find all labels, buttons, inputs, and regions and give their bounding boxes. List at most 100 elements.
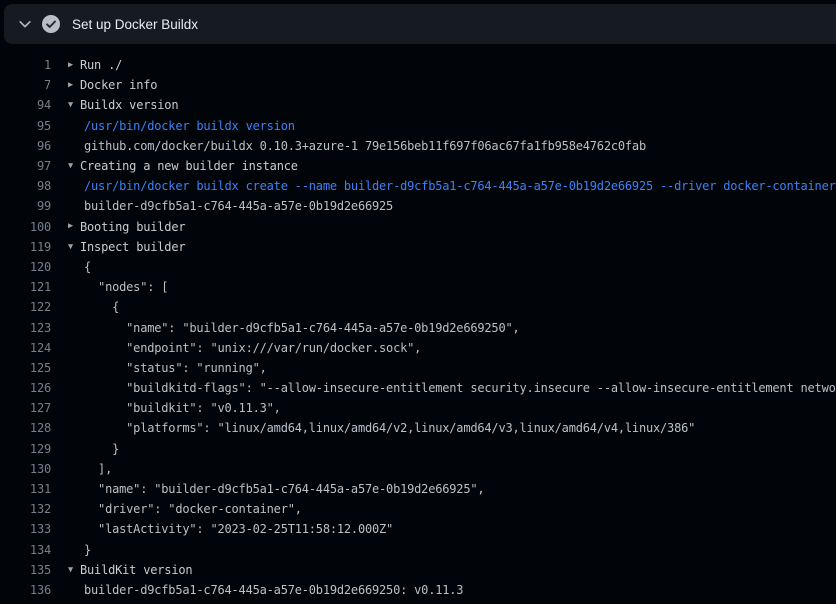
triangle-right-icon[interactable]: ▶ xyxy=(68,61,80,70)
log-line[interactable]: 7 ▶Docker info xyxy=(0,75,836,95)
log-line: 126 "buildkitd-flags": "--allow-insecure… xyxy=(0,378,836,398)
line-number[interactable]: 131 xyxy=(0,482,51,496)
line-number[interactable]: 127 xyxy=(0,401,51,415)
log-group-label: Inspect builder xyxy=(80,240,185,254)
log-line: 129 } xyxy=(0,439,836,459)
log-command-text: /usr/bin/docker buildx version xyxy=(84,119,295,133)
log-output-text: { xyxy=(84,300,119,314)
log-line[interactable]: 1 ▶Run ./ xyxy=(0,55,836,75)
line-number[interactable]: 134 xyxy=(0,543,51,557)
log-line[interactable]: 94 ▼Buildx version xyxy=(0,95,836,115)
line-number[interactable]: 135 xyxy=(0,563,51,577)
log-output-text: "buildkit": "v0.11.3", xyxy=(84,401,281,415)
log-line: 131 "name": "builder-d9cfb5a1-c764-445a-… xyxy=(0,479,836,499)
log-group-toggle[interactable]: ▼Buildx version xyxy=(68,98,178,112)
log-line[interactable]: 135 ▼BuildKit version xyxy=(0,560,836,580)
log-group-toggle[interactable]: ▶Docker info xyxy=(68,78,157,92)
log-output-text: "buildkitd-flags": "--allow-insecure-ent… xyxy=(84,381,836,395)
log-line[interactable]: 100 ▶Booting builder xyxy=(0,217,836,237)
line-number[interactable]: 7 xyxy=(0,78,51,92)
triangle-right-icon[interactable]: ▶ xyxy=(68,81,80,90)
line-number[interactable]: 136 xyxy=(0,583,51,597)
line-number[interactable]: 120 xyxy=(0,260,51,274)
line-number[interactable]: 123 xyxy=(0,321,51,335)
log-command-text: /usr/bin/docker buildx create --name bui… xyxy=(84,179,836,193)
log-output-text: } xyxy=(84,543,91,557)
log-line: 121 "nodes": [ xyxy=(0,277,836,297)
line-number[interactable]: 128 xyxy=(0,421,51,435)
triangle-down-icon[interactable]: ▼ xyxy=(68,566,80,575)
line-number[interactable]: 95 xyxy=(0,119,51,133)
log-output-text: { xyxy=(84,260,91,274)
triangle-right-icon[interactable]: ▶ xyxy=(68,222,80,231)
log-line[interactable]: 119 ▼Inspect builder xyxy=(0,237,836,257)
line-number[interactable]: 122 xyxy=(0,300,51,314)
log-output-text: builder-d9cfb5a1-c764-445a-a57e-0b19d2e6… xyxy=(84,199,393,213)
log-group-label: Booting builder xyxy=(80,220,185,234)
line-number[interactable]: 121 xyxy=(0,280,51,294)
log-output-text: } xyxy=(84,442,119,456)
log-line: 128 "platforms": "linux/amd64,linux/amd6… xyxy=(0,418,836,438)
log-line: 124 "endpoint": "unix:///var/run/docker.… xyxy=(0,338,836,358)
log-line: 132 "driver": "docker-container", xyxy=(0,499,836,519)
log-group-label: Buildx version xyxy=(80,98,178,112)
log-group-toggle[interactable]: ▼Inspect builder xyxy=(68,240,185,254)
line-number[interactable]: 97 xyxy=(0,159,51,173)
log-line: 130 ], xyxy=(0,459,836,479)
line-number[interactable]: 119 xyxy=(0,240,51,254)
log-line: 120 { xyxy=(0,257,836,277)
line-number[interactable]: 96 xyxy=(0,139,51,153)
line-number[interactable]: 125 xyxy=(0,361,51,375)
log-group-label: Docker info xyxy=(80,78,157,92)
line-number[interactable]: 100 xyxy=(0,220,51,234)
line-number[interactable]: 133 xyxy=(0,522,51,536)
line-number[interactable]: 94 xyxy=(0,98,51,112)
log-output-text: "status": "running", xyxy=(84,361,267,375)
log-line: 133 "lastActivity": "2023-02-25T11:58:12… xyxy=(0,519,836,539)
log-line: 99 builder-d9cfb5a1-c764-445a-a57e-0b19d2… xyxy=(0,196,836,216)
log-output-text: github.com/docker/buildx 0.10.3+azure-1 … xyxy=(84,139,646,153)
log-line: 134} xyxy=(0,540,836,560)
log-line: 95/usr/bin/docker buildx version xyxy=(0,116,836,136)
line-number[interactable]: 1 xyxy=(0,58,51,72)
line-number[interactable]: 129 xyxy=(0,442,51,456)
log-group-label: BuildKit version xyxy=(80,563,192,577)
line-number[interactable]: 99 xyxy=(0,199,51,213)
log-output-text: builder-d9cfb5a1-c764-445a-a57e-0b19d2e6… xyxy=(84,583,463,597)
line-number[interactable]: 126 xyxy=(0,381,51,395)
log-line: 98/usr/bin/docker buildx create --name b… xyxy=(0,176,836,196)
log-output-text: "nodes": [ xyxy=(84,280,168,294)
log-line[interactable]: 97 ▼Creating a new builder instance xyxy=(0,156,836,176)
line-number[interactable]: 98 xyxy=(0,179,51,193)
log-output-text: "platforms": "linux/amd64,linux/amd64/v2… xyxy=(84,421,695,435)
log-line: 125 "status": "running", xyxy=(0,358,836,378)
triangle-down-icon[interactable]: ▼ xyxy=(68,243,80,252)
line-number[interactable]: 132 xyxy=(0,502,51,516)
log-line: 96 github.com/docker/buildx 0.10.3+azure-… xyxy=(0,136,836,156)
log-output-text: "endpoint": "unix:///var/run/docker.sock… xyxy=(84,341,421,355)
check-circle-icon xyxy=(42,15,60,33)
triangle-down-icon[interactable]: ▼ xyxy=(68,162,80,171)
log-lines: 1▶Run ./7▶Docker info94▼Buildx version95… xyxy=(0,44,836,600)
log-output-text: "name": "builder-d9cfb5a1-c764-445a-a57e… xyxy=(84,321,520,335)
line-number[interactable]: 130 xyxy=(0,462,51,476)
log-output-text: "lastActivity": "2023-02-25T11:58:12.000… xyxy=(84,522,393,536)
triangle-down-icon[interactable]: ▼ xyxy=(68,101,80,110)
step-title: Set up Docker Buildx xyxy=(72,17,198,32)
log-group-label: Run ./ xyxy=(80,58,122,72)
chevron-down-icon[interactable] xyxy=(17,16,33,32)
actions-log-viewer: Set up Docker Buildx 1▶Run ./7▶Docker in… xyxy=(0,0,836,604)
log-line: 123 "name": "builder-d9cfb5a1-c764-445a-… xyxy=(0,317,836,337)
log-group-toggle[interactable]: ▶Booting builder xyxy=(68,220,185,234)
log-group-toggle[interactable]: ▼Creating a new builder instance xyxy=(68,159,298,173)
log-line: 122 { xyxy=(0,297,836,317)
line-number[interactable]: 124 xyxy=(0,341,51,355)
log-output-text: "driver": "docker-container", xyxy=(84,502,302,516)
log-group-label: Creating a new builder instance xyxy=(80,159,298,173)
step-header[interactable]: Set up Docker Buildx xyxy=(4,4,836,44)
log-group-toggle[interactable]: ▼BuildKit version xyxy=(68,563,192,577)
log-output-text: ], xyxy=(84,462,112,476)
log-group-toggle[interactable]: ▶Run ./ xyxy=(68,58,122,72)
log-line: 136 builder-d9cfb5a1-c764-445a-a57e-0b19d… xyxy=(0,580,836,600)
log-line: 127 "buildkit": "v0.11.3", xyxy=(0,398,836,418)
